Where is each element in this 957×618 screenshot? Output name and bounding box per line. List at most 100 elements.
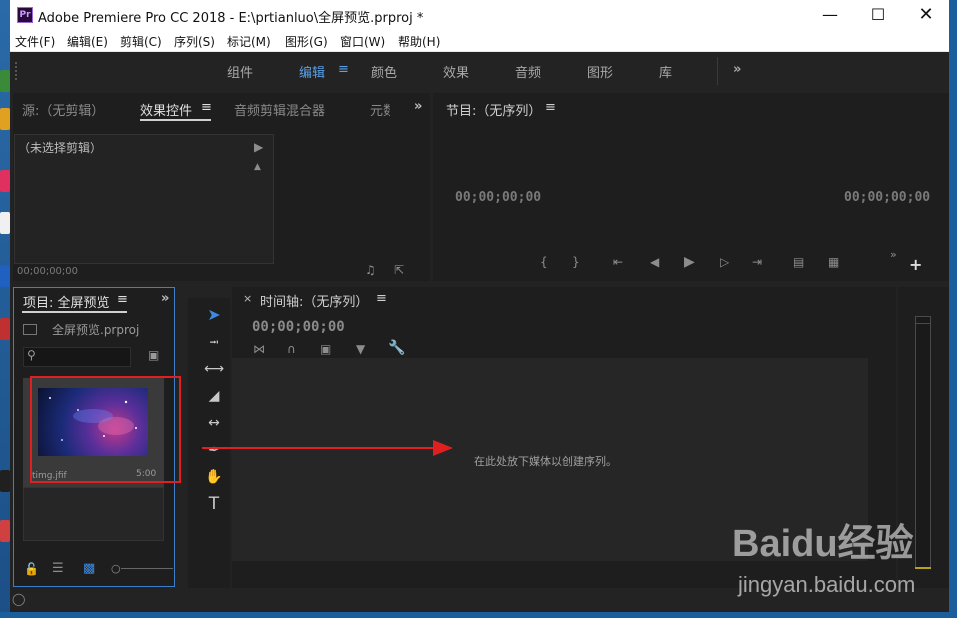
type-tool-icon[interactable]: T xyxy=(200,493,228,515)
menu-graphics[interactable]: 图形(G) xyxy=(285,33,328,50)
workspace-editing[interactable]: 编辑 xyxy=(299,62,325,81)
tab-audio-clip-mixer[interactable]: 音频剪辑混合器 xyxy=(234,100,325,119)
project-title[interactable]: 项目: 全屏预览 xyxy=(23,292,110,311)
desktop-icon[interactable] xyxy=(0,470,10,492)
tab-effect-controls[interactable]: 效果控件 xyxy=(140,100,192,119)
menu-clip[interactable]: 剪辑(C) xyxy=(120,33,162,50)
window-title: Adobe Premiere Pro CC 2018 - E:\prtianlu… xyxy=(38,11,424,26)
annotation-arrow xyxy=(202,440,453,456)
go-to-out-icon[interactable]: ⇥ xyxy=(752,255,762,269)
close-tab-icon[interactable]: × xyxy=(243,292,252,305)
audio-meter xyxy=(915,316,931,569)
menu-sequence[interactable]: 序列(S) xyxy=(174,33,215,50)
workspace-color[interactable]: 颜色 xyxy=(371,62,397,81)
program-title: 节目:（无序列） xyxy=(446,104,542,119)
zoom-slider-handle[interactable]: ○ xyxy=(111,562,121,575)
track-select-tool-icon[interactable]: ⭲ xyxy=(200,331,228,353)
arrow-head xyxy=(433,440,453,456)
desktop-icon[interactable] xyxy=(0,212,10,234)
project-file-icon xyxy=(23,324,37,335)
audio-meter-peak-line xyxy=(915,323,931,324)
annotation-box xyxy=(30,376,181,483)
lock-icon[interactable]: 🔓 xyxy=(24,562,39,576)
snap-icon[interactable]: ∩ xyxy=(287,342,296,356)
tab-source[interactable]: 源:（无剪辑） xyxy=(22,100,104,119)
desktop-icon[interactable] xyxy=(0,265,10,287)
project-empty-area xyxy=(23,487,164,541)
active-tab-underline xyxy=(22,311,127,313)
step-forward-icon[interactable]: ▷ xyxy=(720,255,729,269)
close-button[interactable]: ✕ xyxy=(903,0,949,30)
desktop-background xyxy=(0,0,10,618)
workspace-libraries[interactable]: 库 xyxy=(659,62,672,81)
workspace-bar xyxy=(10,52,949,90)
desktop-icon[interactable] xyxy=(0,70,10,92)
menu-window[interactable]: 窗口(W) xyxy=(340,33,385,50)
zoom-slider-track[interactable] xyxy=(121,568,173,569)
workspace-graphics[interactable]: 图形 xyxy=(587,62,613,81)
workspace-assembly[interactable]: 组件 xyxy=(227,62,253,81)
panel-more-icon[interactable]: » xyxy=(414,99,422,114)
active-tab-underline xyxy=(140,119,211,121)
program-menu-icon[interactable]: ≡ xyxy=(545,100,556,115)
slip-tool-icon[interactable]: ↔ xyxy=(200,412,228,434)
mark-in-icon[interactable]: { xyxy=(540,255,548,269)
add-marker-icon[interactable]: ▼ xyxy=(356,342,365,356)
desktop-icon[interactable] xyxy=(0,318,10,340)
selection-tool-icon[interactable]: ➤ xyxy=(200,304,228,326)
icon-view-icon[interactable]: ▩ xyxy=(83,561,95,576)
minimize-button[interactable]: — xyxy=(807,0,853,30)
baidu-watermark-url: jingyan.baidu.com xyxy=(738,572,916,597)
workspace-menu-icon[interactable]: ≡ xyxy=(338,62,349,77)
menu-help[interactable]: 帮助(H) xyxy=(398,33,440,50)
scroll-up-icon[interactable]: ▲ xyxy=(254,162,261,172)
project-menu-icon[interactable]: ≡ xyxy=(117,292,128,307)
audio-icon[interactable]: ♫ xyxy=(365,263,376,277)
desktop-edge xyxy=(949,0,957,618)
menu-markers[interactable]: 标记(M) xyxy=(227,33,271,50)
maximize-button[interactable]: ☐ xyxy=(855,0,901,30)
workspace-audio[interactable]: 音频 xyxy=(515,62,541,81)
program-timecode-right: 00;00;00;00 xyxy=(844,190,931,205)
desktop-icon[interactable] xyxy=(0,108,10,130)
workspace-effects[interactable]: 效果 xyxy=(443,62,469,81)
extract-icon[interactable]: ▦ xyxy=(828,255,839,269)
source-timecode: 00;00;00;00 xyxy=(17,266,79,277)
play-triangle-icon[interactable]: ▶ xyxy=(254,140,263,154)
step-back-icon[interactable]: ◀ xyxy=(650,255,659,269)
mark-out-icon[interactable]: } xyxy=(572,255,580,269)
workspace-more-icon[interactable]: » xyxy=(733,62,741,77)
export-icon[interactable]: ⇱ xyxy=(394,263,404,277)
nest-icon[interactable]: ⋈ xyxy=(253,342,265,356)
linked-selection-icon[interactable]: ▣ xyxy=(320,342,331,356)
more-buttons-icon[interactable]: » xyxy=(890,248,897,261)
baidu-watermark-logo: Baidu经验 xyxy=(732,523,914,565)
new-search-bin-icon[interactable]: ▣ xyxy=(148,348,159,362)
timeline-menu-icon[interactable]: ≡ xyxy=(376,291,387,306)
tab-menu-icon[interactable]: ≡ xyxy=(201,100,212,115)
drag-grip[interactable] xyxy=(15,62,19,80)
timeline-timecode: 00;00;00;00 xyxy=(252,319,345,335)
project-more-icon[interactable]: » xyxy=(161,291,169,306)
status-icon[interactable]: ◯ xyxy=(12,592,25,606)
ripple-edit-tool-icon[interactable]: ⟷ xyxy=(200,358,228,380)
menu-bar: 文件(F) 编辑(E) 剪辑(C) 序列(S) 标记(M) 图形(G) 窗口(W… xyxy=(10,30,949,52)
wrench-icon[interactable]: 🔧 xyxy=(388,340,405,356)
razor-tool-icon[interactable]: ◢ xyxy=(200,385,228,407)
go-to-in-icon[interactable]: ⇤ xyxy=(613,255,623,269)
audio-meter-floor xyxy=(915,567,931,569)
add-button-icon[interactable]: + xyxy=(909,255,922,274)
lift-icon[interactable]: ▤ xyxy=(793,255,804,269)
search-input[interactable] xyxy=(23,347,131,367)
menu-edit[interactable]: 编辑(E) xyxy=(67,33,108,50)
list-view-icon[interactable]: ☰ xyxy=(52,561,64,576)
play-icon[interactable]: ▶ xyxy=(684,254,695,270)
desktop-icon[interactable] xyxy=(0,520,10,542)
search-icon: ⚲ xyxy=(27,348,36,362)
desktop-icon[interactable] xyxy=(0,170,10,192)
no-clip-label: （未选择剪辑） xyxy=(18,141,103,155)
menu-file[interactable]: 文件(F) xyxy=(15,33,55,50)
title-bar[interactable]: Pr Adobe Premiere Pro CC 2018 - E:\prtia… xyxy=(10,0,949,30)
tab-metadata[interactable]: 元数 xyxy=(370,100,390,119)
hand-tool-icon[interactable]: ✋ xyxy=(200,466,228,488)
